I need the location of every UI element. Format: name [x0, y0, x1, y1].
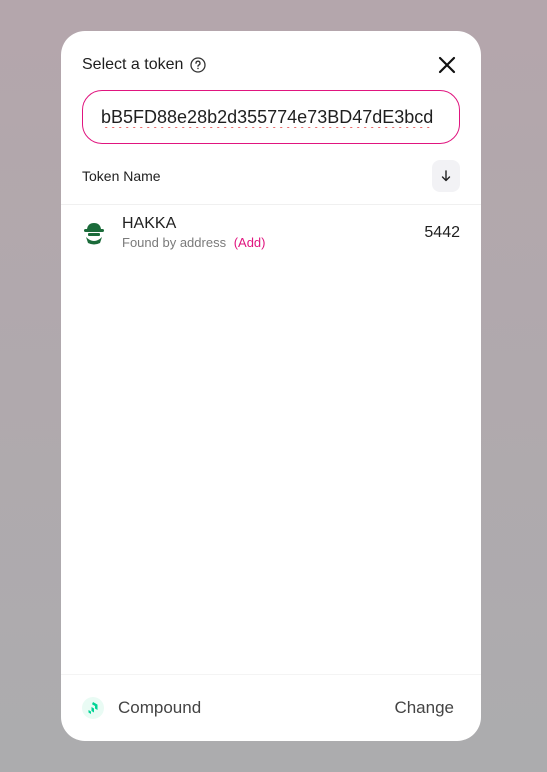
token-subtitle-line: Found by address (Add)	[122, 234, 424, 252]
token-select-modal: Select a token Token Name	[61, 31, 481, 741]
token-symbol: HAKKA	[122, 215, 177, 232]
add-token-link[interactable]: (Add)	[234, 235, 266, 250]
token-list-source: Compound	[82, 697, 201, 719]
question-circle-icon[interactable]	[189, 56, 207, 74]
token-list-header: Token Name	[82, 159, 460, 193]
token-list-item[interactable]: HAKKA Found by address (Add) 5442	[82, 213, 460, 253]
divider	[61, 204, 481, 205]
close-icon[interactable]	[436, 54, 458, 76]
title-wrap: Select a token	[82, 56, 207, 74]
token-name-column-label: Token Name	[82, 168, 161, 184]
modal-footer: Compound Change	[82, 695, 454, 721]
modal-title: Select a token	[82, 56, 184, 73]
sort-button[interactable]	[432, 160, 460, 192]
token-info: HAKKA Found by address (Add)	[122, 214, 424, 252]
token-balance: 5442	[424, 224, 460, 241]
token-list-name: Compound	[118, 698, 202, 717]
modal-header: Select a token	[82, 51, 460, 79]
token-search-input[interactable]	[99, 105, 443, 129]
arrow-down-icon	[441, 170, 451, 182]
change-list-button[interactable]: Change	[394, 698, 454, 718]
token-subtitle: Found by address	[122, 235, 227, 250]
token-search-box	[82, 90, 460, 144]
compound-logo-icon	[82, 697, 104, 719]
divider	[61, 674, 481, 675]
hakka-logo-icon	[82, 221, 106, 245]
